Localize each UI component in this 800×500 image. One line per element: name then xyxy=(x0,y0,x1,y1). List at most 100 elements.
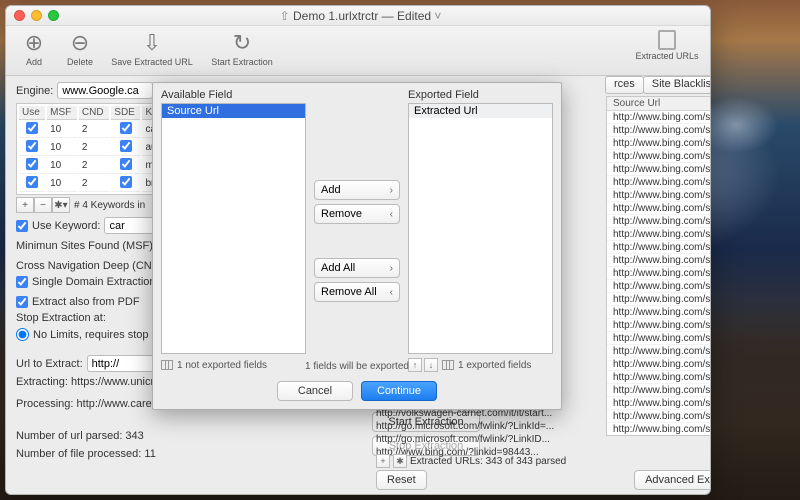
use-checkbox[interactable] xyxy=(26,122,38,134)
remove-field-button[interactable]: Remove‹ xyxy=(314,204,400,224)
col-cnd[interactable]: CND xyxy=(79,106,109,120)
list-item[interactable]: http://www.bing.com/s... xyxy=(607,306,710,319)
msf-cell[interactable]: 10 xyxy=(47,176,77,192)
right-pane: rces Site Blacklist ⌄ Source Url http://… xyxy=(606,76,710,494)
sde-checkbox[interactable] xyxy=(16,276,28,288)
start-extraction-button[interactable]: ↻Start Extraction xyxy=(204,30,280,67)
close-icon[interactable] xyxy=(14,10,25,21)
list-item[interactable]: http://www.bing.com/s... xyxy=(607,176,710,189)
use-checkbox[interactable] xyxy=(26,176,38,188)
add-field-button[interactable]: Add› xyxy=(314,180,400,200)
add-all-button[interactable]: Add All› xyxy=(314,258,400,278)
list-item[interactable]: http://www.bing.com/s... xyxy=(607,111,710,124)
sde-checkbox[interactable] xyxy=(120,158,132,170)
list-item[interactable]: http://www.bing.com/s... xyxy=(607,319,710,332)
engine-select[interactable] xyxy=(57,82,153,99)
reset-button[interactable]: Reset xyxy=(376,470,427,490)
export-fields-dialog: Available Field Source Url 1 not exporte… xyxy=(152,82,562,410)
msf-cell[interactable]: 10 xyxy=(47,158,77,174)
col-use[interactable]: Use xyxy=(19,106,45,120)
list-item[interactable]: http://www.bing.com/s... xyxy=(607,254,710,267)
transfer-buttons: Add› Remove‹ Add All› Remove All‹ xyxy=(314,89,400,373)
list-item[interactable]: http://www.bing.com/s... xyxy=(607,189,710,202)
list-item[interactable]: http://www.bing.com/s... xyxy=(607,228,710,241)
list-item[interactable]: http://www.bing.com/s... xyxy=(607,332,710,345)
parsed-count-label: Number of url parsed: 343 xyxy=(16,430,144,442)
list-item[interactable]: Source Url xyxy=(162,104,305,118)
export-info-label: 1 fields will be exported xyxy=(153,361,561,372)
use-keyword-checkbox[interactable] xyxy=(16,220,28,232)
list-item[interactable]: http://www.bing.com/s... xyxy=(607,384,710,397)
list-item[interactable]: http://www.bing.com/s... xyxy=(607,345,710,358)
pdf-label: Extract also from PDF xyxy=(32,296,140,308)
pdf-checkbox[interactable] xyxy=(16,296,28,308)
sde-label: Single Domain Extraction, n xyxy=(32,276,168,288)
list-item[interactable]: http://www.bing.com/s... xyxy=(607,410,710,423)
msf-cell[interactable]: 10 xyxy=(47,140,77,156)
list-item[interactable]: http://www.bing.com/s... xyxy=(607,124,710,137)
extracted-urls-button[interactable]: Extracted URLs xyxy=(632,30,702,61)
list-item[interactable]: http://www.bing.com/s... xyxy=(607,358,710,371)
kw-remove-button[interactable]: − xyxy=(34,197,52,213)
nolimits-label: No Limits, requires stop xyxy=(33,329,149,341)
cnd-cell[interactable]: 2 xyxy=(79,122,109,138)
nolimits-radio[interactable] xyxy=(16,328,29,341)
list-item[interactable]: Extracted Url xyxy=(409,104,552,118)
col-msf[interactable]: MSF xyxy=(47,106,77,120)
msf-cell[interactable]: 10 xyxy=(47,122,77,138)
use-checkbox[interactable] xyxy=(26,158,38,170)
keywords-table[interactable]: Use MSF CND SDE Key 102car102aut102me102… xyxy=(16,103,171,195)
cnd-cell[interactable]: 2 xyxy=(79,140,109,156)
remove-all-button[interactable]: Remove All‹ xyxy=(314,282,400,302)
list-item[interactable]: http://www.bing.com/s... xyxy=(607,423,710,436)
exported-field-label: Exported Field xyxy=(408,89,553,101)
zoom-icon[interactable] xyxy=(48,10,59,21)
kw-count-label: # 4 Keywords in xyxy=(74,197,145,213)
row-gear-button[interactable]: ✱ xyxy=(393,454,407,468)
kw-gear-button[interactable]: ✱▾ xyxy=(52,197,70,213)
desktop-background: ⇧ Demo 1.urlxtrctr — Edited ˅ ⊕Add ⊖Dele… xyxy=(0,0,800,500)
list-item[interactable]: http://go.microsoft.com/fwlink/?LinkID..… xyxy=(376,433,562,446)
chevron-left-icon: ‹ xyxy=(390,287,393,298)
row-add-button[interactable]: + xyxy=(376,454,390,468)
list-item[interactable]: http://www.bing.com/s... xyxy=(607,241,710,254)
use-checkbox[interactable] xyxy=(26,140,38,152)
refresh-icon: ↻ xyxy=(229,30,255,56)
add-button[interactable]: ⊕Add xyxy=(14,30,54,67)
advanced-export-button[interactable]: Advanced Export... xyxy=(634,470,710,490)
extracting-label: Extracting: https://www.unicredi xyxy=(16,376,169,388)
list-item[interactable]: http://www.bing.com/s... xyxy=(607,397,710,410)
cancel-button[interactable]: Cancel xyxy=(277,381,353,401)
kw-add-button[interactable]: + xyxy=(16,197,34,213)
source-url-list[interactable]: Source Url http://www.bing.com/s...http:… xyxy=(606,96,710,436)
table-row[interactable]: 102me xyxy=(19,158,168,174)
list-item[interactable]: http://www.bing.com/s... xyxy=(607,150,710,163)
tab-sources[interactable]: rces xyxy=(605,76,644,94)
col-sde[interactable]: SDE xyxy=(111,106,140,120)
cnd-cell[interactable]: 2 xyxy=(79,176,109,192)
table-row[interactable]: 102bm xyxy=(19,176,168,192)
list-item[interactable]: http://www.bing.com/s... xyxy=(607,293,710,306)
table-row[interactable]: 102car xyxy=(19,122,168,138)
continue-button[interactable]: Continue xyxy=(361,381,437,401)
list-item[interactable]: http://www.bing.com/s... xyxy=(607,280,710,293)
table-row[interactable]: 102aut xyxy=(19,140,168,156)
list-item[interactable]: http://www.bing.com/s... xyxy=(607,371,710,384)
tab-site-blacklist[interactable]: Site Blacklist xyxy=(643,76,710,94)
stop-label: Stop Extraction at: xyxy=(16,312,106,324)
cnd-cell[interactable]: 2 xyxy=(79,158,109,174)
available-field-list[interactable]: Source Url xyxy=(161,103,306,354)
minimize-icon[interactable] xyxy=(31,10,42,21)
list-item[interactable]: http://www.bing.com/s... xyxy=(607,215,710,228)
list-item[interactable]: http://www.bing.com/s... xyxy=(607,163,710,176)
list-item[interactable]: http://www.bing.com/s... xyxy=(607,202,710,215)
list-item[interactable]: http://www.bing.com/s... xyxy=(607,267,710,280)
sde-checkbox[interactable] xyxy=(120,140,132,152)
delete-button[interactable]: ⊖Delete xyxy=(60,30,100,67)
list-item[interactable]: http://go.microsoft.com/fwlink/?LinkId=.… xyxy=(376,420,562,433)
save-extracted-button[interactable]: ⇩Save Extracted URL xyxy=(106,30,198,67)
exported-field-list[interactable]: Extracted Url xyxy=(408,103,553,354)
sde-checkbox[interactable] xyxy=(120,122,132,134)
sde-checkbox[interactable] xyxy=(120,176,132,188)
list-item[interactable]: http://www.bing.com/s... xyxy=(607,137,710,150)
